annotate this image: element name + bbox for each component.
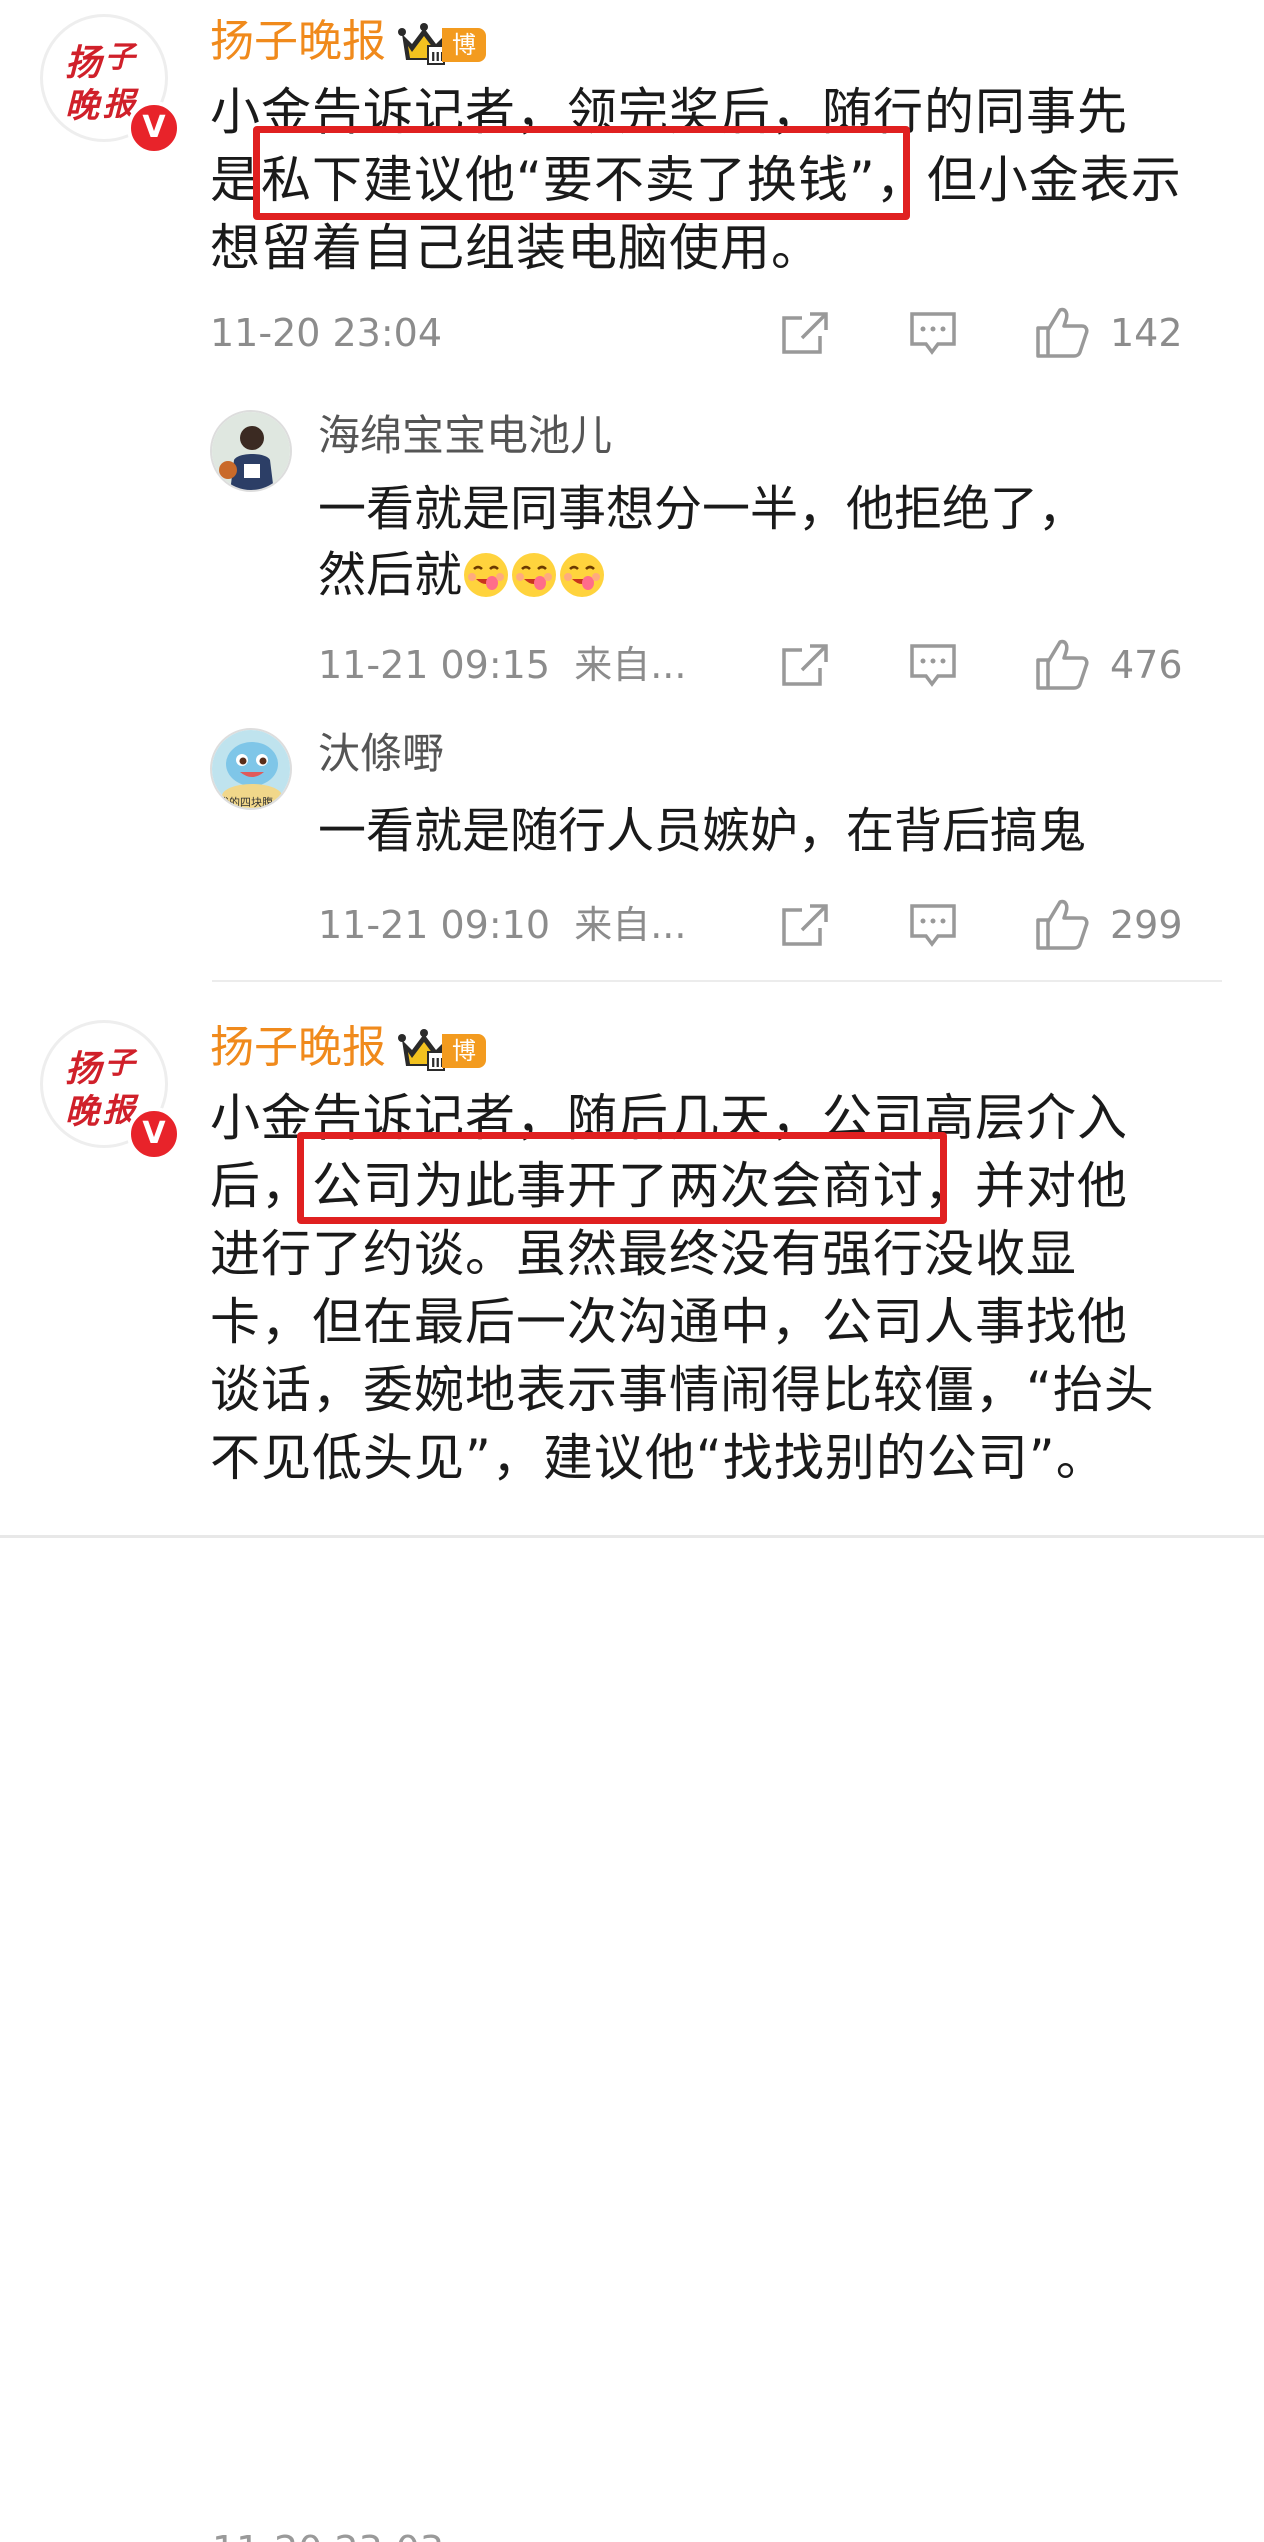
post-1: 扬 子 晚 报 V 扬子晚报 III 博主 小金告诉记者，领完奖后，随行的同事先… [0,0,1264,980]
crown-icon: III [398,1028,450,1072]
svg-text:晚: 晚 [65,86,102,126]
reply-source[interactable]: 来自... [574,643,686,687]
comment-icon[interactable] [908,642,958,694]
content-line: 谈话，委婉地表示事情闹得比较僵，“抬头 [210,1361,1155,1419]
like-icon[interactable] [1034,304,1090,364]
svg-text:子: 子 [105,1046,138,1081]
reply-avatar[interactable]: 我的四块腹 [210,728,292,810]
svg-text:晚: 晚 [65,1092,102,1132]
avatar-squirtle: 我的四块腹 [212,730,290,809]
badge-label: 博主 [442,1034,486,1099]
reply-time: 11-21 09:10 来自... [318,903,687,947]
avatar-photo [212,412,290,490]
post-time: 11-20 23:04 [210,311,443,355]
verified-badge: V [127,1107,181,1161]
content-line: 不见低头见”，建议他“找找别的公司”。 [210,1429,1107,1487]
reply-username[interactable]: 汏條嘢 [318,726,444,782]
share-icon[interactable] [780,902,830,952]
reply-source[interactable]: 来自... [574,903,686,947]
svg-text:子: 子 [105,40,138,75]
like-icon[interactable] [1034,896,1090,956]
author-name[interactable]: 扬子晚报 [210,1018,386,1078]
reply-text: 一看就是同事想分一半，他拒绝了， 然后就 [318,476,1218,608]
reply-text: 一看就是随行人员嫉妒，在背后搞鬼 [318,798,1218,864]
reply-line: 一看就是同事想分一半，他拒绝了， [318,481,1087,537]
comment-icon[interactable] [908,902,958,954]
badge-label: 博主 [442,28,486,93]
bottom-divider [0,1535,1264,1538]
verified-badge: V [127,101,181,155]
comment-icon[interactable] [908,310,958,362]
content-line: 卡，但在最后一次沟通中，公司人事找他 [210,1293,1128,1351]
highlight-box [297,1132,947,1224]
like-count: 476 [1110,643,1183,687]
yummy-emoji [558,550,606,598]
reply-time: 11-21 09:15 来自... [318,643,687,687]
avatar[interactable]: 扬 子 晚 报 V [40,1020,181,1161]
post-2: 扬 子 晚 报 V 扬子晚报 III 博主 小金告诉记者，随后几天，公司高层介入… [0,1000,1264,2542]
svg-text:扬: 扬 [65,1048,105,1090]
share-icon[interactable] [780,642,830,692]
yummy-emoji [510,550,558,598]
reply-avatar[interactable] [210,410,292,492]
content-line: 进行了约谈。虽然最终没有强行没收显 [210,1225,1077,1283]
content-line: 想留着自己组装电脑使用。 [210,219,822,277]
post-time: 11-20 23:03 [212,2528,444,2542]
like-count: 142 [1110,311,1183,355]
svg-text:扬: 扬 [65,42,105,84]
avatar[interactable]: 扬 子 晚 报 V [40,14,181,155]
reply-line: 一看就是随行人员嫉妒，在背后搞鬼 [318,803,1087,859]
reply-line: 然后就 [318,542,1218,608]
highlight-box [253,126,910,220]
post-divider [212,980,1222,982]
reply-username[interactable]: 海绵宝宝电池儿 [318,408,612,464]
author-name[interactable]: 扬子晚报 [210,12,386,72]
svg-text:我的四块腹: 我的四块腹 [218,795,273,809]
share-icon[interactable] [780,310,830,360]
yummy-emoji [462,550,510,598]
like-icon[interactable] [1034,636,1090,696]
crown-icon: III [398,22,450,66]
like-count: 299 [1110,903,1183,947]
